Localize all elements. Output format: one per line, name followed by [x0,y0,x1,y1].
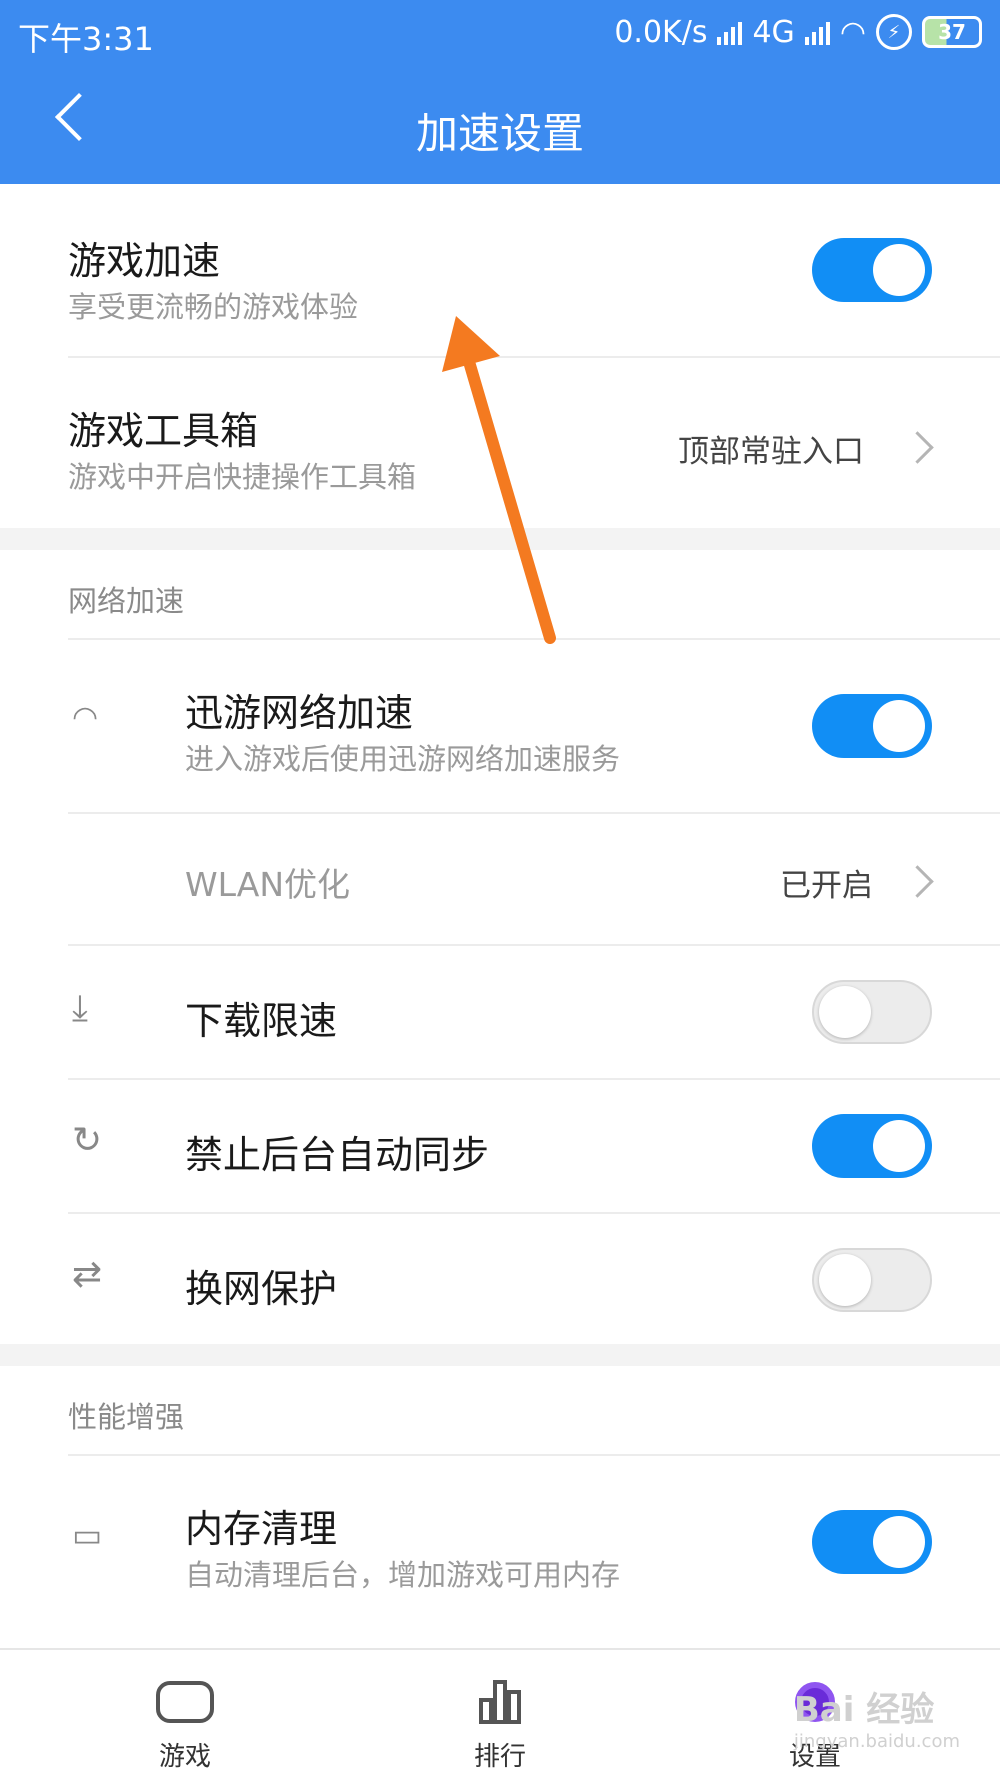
watermark-brand: Bai 经验 [793,1690,935,1730]
watermark: Bai 经验 jingyan.baidu.com [794,1682,960,1752]
nav-ranking-label: 排行 [473,1742,526,1772]
nav-games[interactable]: 游戏 [125,1678,245,1773]
nav-ranking[interactable]: 排行 [440,1678,560,1773]
annotation-arrow [442,316,556,644]
watermark-url: jingyan.baidu.com [793,1731,960,1752]
ranking-icon [479,1680,521,1724]
nav-games-label: 游戏 [158,1742,211,1772]
gamepad-icon [156,1681,214,1723]
